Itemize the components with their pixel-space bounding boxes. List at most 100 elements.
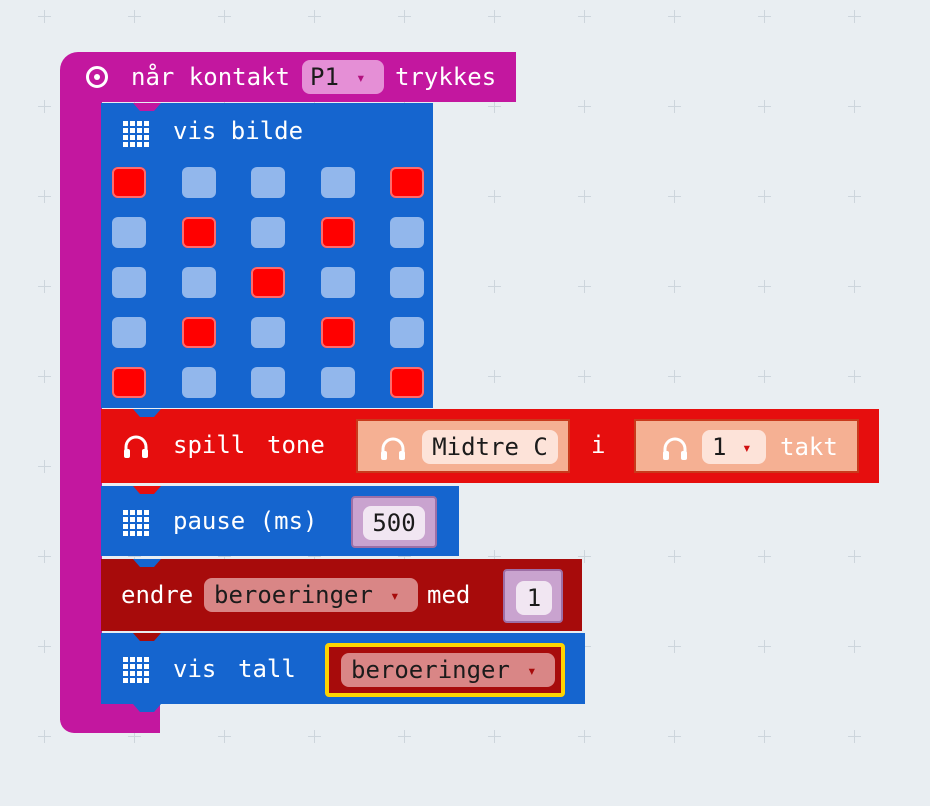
grid-plus-mark: [578, 730, 591, 743]
grid-plus-mark: [848, 190, 861, 203]
pin-dropdown-value: P1: [310, 63, 339, 91]
led-r0-c0[interactable]: [112, 167, 146, 198]
headphones-icon: [124, 435, 148, 458]
grid-plus-mark: [488, 730, 501, 743]
block-notch: [133, 633, 161, 641]
led-r3-c0[interactable]: [112, 317, 146, 348]
pause-block[interactable]: pause (ms) 500: [101, 486, 459, 556]
led-r3-c2[interactable]: [251, 317, 285, 348]
grid-plus-mark: [758, 10, 771, 23]
led-r3-c3[interactable]: [320, 317, 355, 348]
note-input-slot[interactable]: Midtre C: [356, 419, 570, 473]
grid-plus-mark: [668, 550, 681, 563]
change-value[interactable]: 1: [516, 581, 552, 615]
grid-plus-mark: [578, 100, 591, 113]
beats-dropdown[interactable]: 1 ▾: [702, 430, 766, 464]
led-r0-c2[interactable]: [251, 167, 285, 198]
grid-plus-mark: [758, 640, 771, 653]
change-input-slot[interactable]: 1: [503, 569, 563, 623]
beats-input-slot[interactable]: 1 ▾ takt: [634, 419, 859, 473]
blocks-workspace[interactable]: når kontakt P1 ▾ trykkes vis bilde spill…: [0, 0, 930, 806]
grid-plus-mark: [758, 550, 771, 563]
grid-plus-mark: [38, 370, 51, 383]
grid-plus-mark: [38, 280, 51, 293]
grid-plus-mark: [38, 460, 51, 473]
grid-plus-mark: [38, 550, 51, 563]
led-grid-icon: [123, 510, 149, 536]
event-block-arm: [60, 100, 102, 720]
grid-plus-mark: [578, 280, 591, 293]
grid-plus-mark: [848, 550, 861, 563]
led-r2-c3[interactable]: [320, 267, 355, 298]
block-notch: [133, 103, 161, 111]
number-input-slot[interactable]: beroeringer ▾: [325, 643, 565, 697]
pin-dropdown[interactable]: P1 ▾: [302, 60, 384, 94]
grid-plus-mark: [848, 730, 861, 743]
led-r3-c1[interactable]: [181, 317, 216, 348]
note-value[interactable]: Midtre C: [422, 430, 558, 464]
grid-plus-mark: [488, 10, 501, 23]
led-r1-c2[interactable]: [251, 217, 285, 248]
led-r0-c3[interactable]: [320, 167, 355, 198]
change-variable-block[interactable]: endre beroeringer ▾ med 1: [101, 559, 582, 631]
led-grid-icon: [123, 657, 149, 683]
led-r2-c1[interactable]: [181, 267, 216, 298]
led-r1-c1[interactable]: [181, 217, 216, 248]
change-label: endre: [121, 581, 194, 609]
grid-plus-mark: [668, 370, 681, 383]
grid-plus-mark: [38, 640, 51, 653]
grid-plus-mark: [848, 370, 861, 383]
grid-plus-mark: [488, 190, 501, 203]
grid-plus-mark: [488, 280, 501, 293]
grid-plus-mark: [668, 100, 681, 113]
grid-plus-mark: [758, 100, 771, 113]
grid-plus-mark: [38, 100, 51, 113]
on-pin-pressed-block[interactable]: når kontakt P1 ▾ trykkes: [60, 52, 516, 102]
grid-plus-mark: [668, 640, 681, 653]
dropdown-triangle-icon: ▾: [742, 438, 752, 457]
led-r1-c4[interactable]: [390, 217, 424, 248]
play-tone-block[interactable]: spill tone Midtre C i 1 ▾ takt: [101, 409, 879, 483]
beats-value: 1: [712, 433, 727, 461]
led-r0-c4[interactable]: [390, 167, 424, 198]
pause-label: pause (ms): [173, 507, 318, 535]
dropdown-triangle-icon: ▾: [527, 661, 537, 680]
led-r1-c3[interactable]: [320, 217, 355, 248]
event-label-prefix: når kontakt: [131, 63, 290, 91]
led-r0-c1[interactable]: [181, 167, 216, 198]
pause-value[interactable]: 500: [363, 506, 425, 540]
led-r4-c1[interactable]: [181, 367, 216, 398]
grid-plus-mark: [668, 10, 681, 23]
variable-dropdown[interactable]: beroeringer ▾: [204, 578, 418, 612]
grid-plus-mark: [578, 190, 591, 203]
headphones-icon: [381, 437, 405, 460]
led-r1-c0[interactable]: [112, 217, 146, 248]
grid-plus-mark: [668, 730, 681, 743]
grid-plus-mark: [218, 10, 231, 23]
play-label-a: spill: [173, 431, 246, 459]
block-notch: [133, 486, 161, 494]
grid-plus-mark: [38, 190, 51, 203]
show-number-block[interactable]: vis tall beroeringer ▾: [101, 633, 585, 704]
grid-plus-mark: [308, 10, 321, 23]
show-image-block[interactable]: vis bilde: [101, 103, 433, 408]
dropdown-triangle-icon: ▾: [390, 586, 400, 605]
pause-input-slot[interactable]: 500: [351, 496, 437, 548]
block-notch: [133, 409, 161, 417]
led-r4-c4[interactable]: [390, 367, 424, 398]
led-r4-c2[interactable]: [251, 367, 285, 398]
led-r4-c3[interactable]: [320, 367, 355, 398]
change-by-label: med: [427, 581, 471, 609]
led-r3-c4[interactable]: [390, 317, 424, 348]
grid-plus-mark: [398, 10, 411, 23]
grid-plus-mark: [218, 730, 231, 743]
led-r2-c2[interactable]: [251, 267, 285, 298]
grid-plus-mark: [848, 100, 861, 113]
led-r2-c4[interactable]: [390, 267, 424, 298]
grid-plus-mark: [848, 280, 861, 293]
grid-plus-mark: [578, 370, 591, 383]
number-variable-dropdown[interactable]: beroeringer ▾: [341, 653, 555, 687]
block-notch: [133, 559, 161, 567]
led-r2-c0[interactable]: [112, 267, 146, 298]
led-r4-c0[interactable]: [112, 367, 146, 398]
